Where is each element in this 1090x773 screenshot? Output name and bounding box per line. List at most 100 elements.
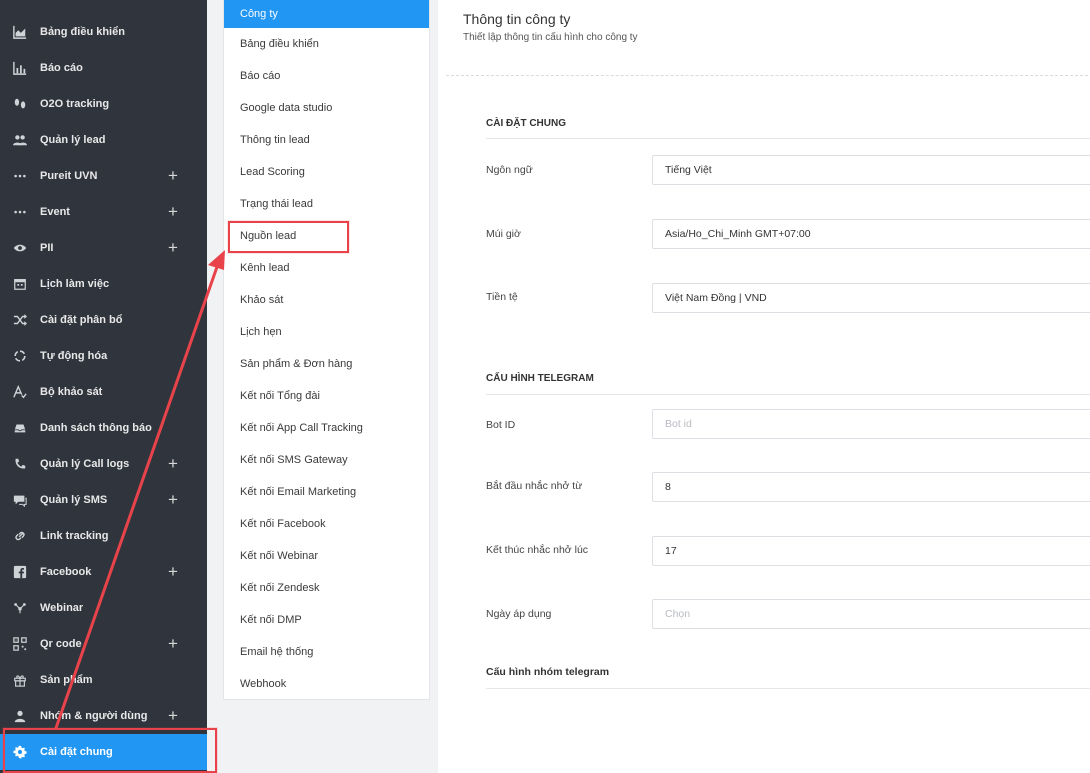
link-icon (12, 528, 28, 544)
apply-date-label: Ngày áp dụng (486, 608, 552, 620)
sidebar-item-o2o-tracking[interactable]: O2O tracking (0, 86, 207, 122)
sidebar-item-call-logs[interactable]: Quản lý Call logs + (0, 446, 207, 482)
submenu-item-connect-app-call-tracking[interactable]: Kết nối App Call Tracking (224, 414, 429, 442)
submenu-item-label: Báo cáo (240, 70, 281, 82)
submenu-item-label: Trạng thái lead (240, 198, 313, 210)
submenu-item-system-email[interactable]: Email hệ thống (224, 638, 429, 666)
sidebar-item-lead-management[interactable]: Quản lý lead (0, 122, 207, 158)
submenu-item-survey[interactable]: Khảo sát (224, 286, 429, 314)
expand-plus-icon[interactable]: + (166, 455, 180, 472)
sidebar-item-label: Sản phẩm (40, 674, 93, 686)
sidebar-item-products[interactable]: Sản phẩm (0, 662, 207, 698)
submenu-item-label: Google data studio (240, 102, 333, 114)
user-group-icon (12, 708, 28, 724)
submenu-item-webhook[interactable]: Webhook (224, 670, 429, 698)
sidebar-item-facebook[interactable]: Facebook + (0, 554, 207, 590)
sidebar-item-notification-list[interactable]: Danh sách thông báo (0, 410, 207, 446)
submenu-item-connect-zendesk[interactable]: Kết nối Zendesk (224, 574, 429, 602)
settings-submenu: Công ty Bảng điều khiển Báo cáo Google d… (224, 0, 429, 699)
page-title: Thông tin công ty (463, 11, 571, 27)
bar-chart-icon (12, 60, 28, 76)
sidebar-item-sms-management[interactable]: Quản lý SMS + (0, 482, 207, 518)
submenu-item-products-orders[interactable]: Sản phẩm & Đơn hàng (224, 350, 429, 378)
language-label: Ngôn ngữ (486, 164, 533, 176)
remind-start-input[interactable] (652, 472, 1090, 502)
sidebar-item-label: Link tracking (40, 530, 109, 542)
section-title-general: CÀI ĐẶT CHUNG (486, 118, 566, 129)
remind-end-label: Kết thúc nhắc nhở lúc (486, 544, 589, 556)
submenu-item-lead-channel[interactable]: Kênh lead (224, 254, 429, 282)
sidebar-item-label: Facebook (40, 566, 92, 578)
submenu-item-dashboard[interactable]: Bảng điều khiển (224, 30, 429, 58)
language-select[interactable] (652, 155, 1090, 185)
submenu-item-connect-sms-gateway[interactable]: Kết nối SMS Gateway (224, 446, 429, 474)
expand-plus-icon[interactable]: + (166, 239, 180, 256)
users-icon (12, 132, 28, 148)
highlight-box-general-settings (3, 728, 217, 773)
submenu-item-connect-webinar[interactable]: Kết nối Webinar (224, 542, 429, 570)
footsteps-icon (12, 96, 28, 112)
expand-plus-icon[interactable]: + (166, 707, 180, 724)
facebook-icon (12, 564, 28, 580)
sidebar-item-reports[interactable]: Báo cáo (0, 50, 207, 86)
sidebar-item-label: Lịch làm việc (40, 278, 110, 290)
submenu-item-lead-scoring[interactable]: Lead Scoring (224, 158, 429, 186)
submenu-item-google-data-studio[interactable]: Google data studio (224, 94, 429, 122)
submenu-item-connect-email-marketing[interactable]: Kết nối Email Marketing (224, 478, 429, 506)
submenu-item-lead-info[interactable]: Thông tin lead (224, 126, 429, 154)
sidebar-item-webinar[interactable]: Webinar (0, 590, 207, 626)
submenu-item-label: Kết nối Facebook (240, 518, 326, 530)
remind-end-input[interactable] (652, 536, 1090, 566)
eye-icon (12, 240, 28, 256)
sidebar-item-pureit-uvn[interactable]: Pureit UVN + (0, 158, 207, 194)
sidebar-item-label: Qr code (40, 638, 82, 650)
timezone-select[interactable] (652, 219, 1090, 249)
sidebar-item-label: Event (40, 206, 70, 218)
sidebar-item-survey-set[interactable]: Bộ khảo sát (0, 374, 207, 410)
survey-icon (12, 384, 28, 400)
submenu-item-label: Kết nối SMS Gateway (240, 454, 348, 466)
sidebar-item-event[interactable]: Event + (0, 194, 207, 230)
submenu-item-connect-dmp[interactable]: Kết nối DMP (224, 606, 429, 634)
sidebar-item-link-tracking[interactable]: Link tracking (0, 518, 207, 554)
sidebar-item-label: Nhóm & người dùng (40, 710, 148, 722)
expand-plus-icon[interactable]: + (166, 203, 180, 220)
currency-select[interactable] (652, 283, 1090, 313)
expand-plus-icon[interactable]: + (166, 563, 180, 580)
sidebar-item-label: Webinar (40, 602, 84, 614)
sidebar-item-label: O2O tracking (40, 98, 110, 110)
apply-date-picker[interactable] (652, 599, 1090, 629)
submenu-item-label: Công ty (240, 8, 278, 20)
gift-icon (12, 672, 28, 688)
submenu-item-appointments[interactable]: Lịch hẹn (224, 318, 429, 346)
sidebar-item-qr-code[interactable]: Qr code + (0, 626, 207, 662)
submenu-item-reports[interactable]: Báo cáo (224, 62, 429, 90)
submenu-item-label: Sản phẩm & Đơn hàng (240, 358, 353, 370)
submenu-item-label: Webhook (240, 678, 287, 690)
expand-plus-icon[interactable]: + (166, 635, 180, 652)
sidebar-item-label: Bộ khảo sát (40, 386, 103, 398)
sidebar-item-work-calendar[interactable]: Lịch làm việc (0, 266, 207, 302)
submenu-item-label: Khảo sát (240, 294, 284, 306)
remind-start-label: Bắt đầu nhắc nhở từ (486, 480, 583, 492)
sidebar-item-label: Quản lý Call logs (40, 458, 130, 470)
submenu-item-lead-status[interactable]: Trạng thái lead (224, 190, 429, 218)
sidebar-item-dashboard[interactable]: Bảng điều khiển (0, 14, 207, 50)
submenu-item-connect-switchboard[interactable]: Kết nối Tổng đài (224, 382, 429, 410)
submenu-item-company[interactable]: Công ty (224, 0, 429, 28)
sidebar-item-automation[interactable]: Tự động hóa (0, 338, 207, 374)
sidebar-item-pii[interactable]: PII + (0, 230, 207, 266)
submenu-item-label: Kết nối App Call Tracking (240, 422, 363, 434)
sidebar-item-allocation-settings[interactable]: Cài đặt phân bổ (0, 302, 207, 338)
bot-id-input[interactable] (652, 409, 1090, 439)
expand-plus-icon[interactable]: + (166, 491, 180, 508)
submenu-item-label: Kết nối Email Marketing (240, 486, 357, 498)
calendar-icon (12, 276, 28, 292)
currency-label: Tiền tệ (486, 291, 518, 303)
submenu-item-connect-facebook[interactable]: Kết nối Facebook (224, 510, 429, 538)
submenu-item-label: Bảng điều khiển (240, 38, 319, 50)
sidebar-item-label: Quản lý lead (40, 134, 106, 146)
expand-plus-icon[interactable]: + (166, 167, 180, 184)
section-divider (486, 688, 1090, 689)
section-title-telegram: CẤU HÌNH TELEGRAM (486, 373, 594, 384)
